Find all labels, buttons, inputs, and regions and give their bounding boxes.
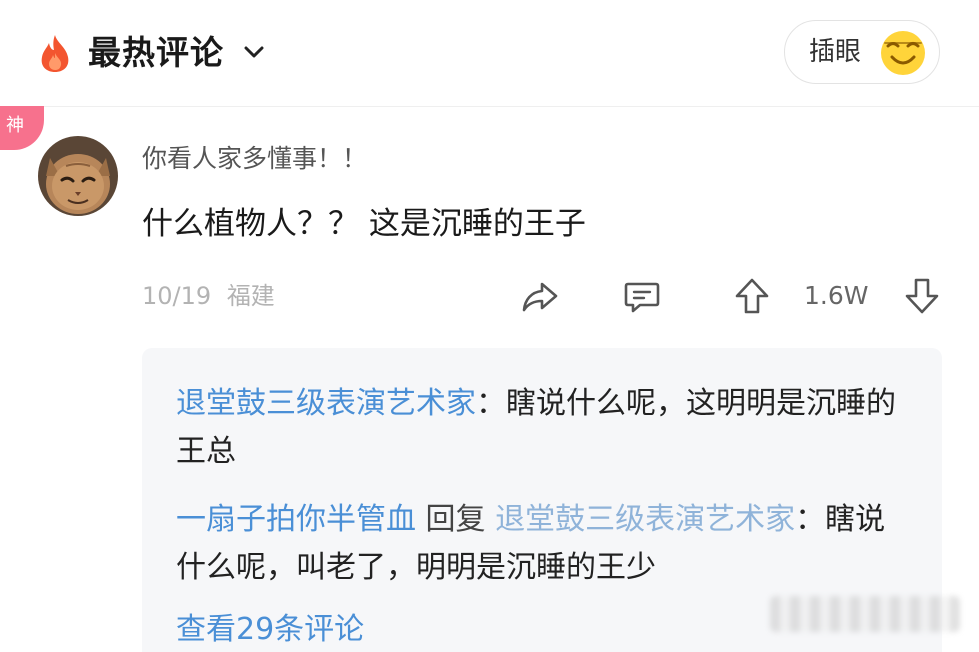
reply-item[interactable]: 一扇子拍你半管血 回复 退堂鼓三级表演艺术家：瞎说什么呢，叫老了，明明是沉睡的王… xyxy=(176,496,896,592)
share-icon[interactable] xyxy=(520,276,560,316)
insert-eye-label: 插眼 xyxy=(809,37,862,67)
comment-meta: 10/19 福建 xyxy=(142,278,275,314)
upvote-arrow-icon[interactable] xyxy=(732,276,772,316)
reply-separator: ： xyxy=(795,502,826,537)
view-more-comments-link[interactable]: 查看29条评论 xyxy=(176,606,364,652)
god-comment-badge: 神 xyxy=(0,106,44,150)
sort-title[interactable]: 最热评论 xyxy=(88,30,224,76)
comment-date: 10/19 xyxy=(142,282,212,310)
blurred-watermark xyxy=(770,596,960,632)
avatar[interactable] xyxy=(38,136,118,216)
comment-location: 福建 xyxy=(226,282,275,310)
reply-comment-icon[interactable] xyxy=(622,276,662,316)
reply-separator: ： xyxy=(476,386,506,421)
chevron-down-icon[interactable] xyxy=(242,42,266,62)
like-count: 1.6W xyxy=(804,281,869,310)
reply-item[interactable]: 退堂鼓三级表演艺术家：瞎说什么呢，这明明是沉睡的王总 xyxy=(176,380,896,476)
flame-icon xyxy=(41,35,69,72)
reply-author[interactable]: 一扇子拍你半管血 xyxy=(176,502,416,537)
cat-avatar-image xyxy=(38,136,118,216)
comments-header: 最热评论 插眼 xyxy=(0,0,979,107)
downvote-arrow-icon[interactable] xyxy=(902,276,942,316)
reply-author[interactable]: 退堂鼓三级表演艺术家 xyxy=(176,386,476,421)
comment-text: 什么植物人？？ 这是沉睡的王子 xyxy=(142,206,586,242)
comment-page: 最热评论 插眼 神 你看人家多懂事！！ 什么植物人？？ 这是沉睡的王子 10/1… xyxy=(0,0,979,652)
comment-username[interactable]: 你看人家多懂事！！ xyxy=(142,140,367,178)
reply-verb: 回复 xyxy=(416,502,496,537)
insert-eye-button[interactable]: 插眼 xyxy=(784,20,940,84)
reply-target[interactable]: 退堂鼓三级表演艺术家 xyxy=(495,502,795,537)
smiling-face-icon xyxy=(881,31,925,75)
